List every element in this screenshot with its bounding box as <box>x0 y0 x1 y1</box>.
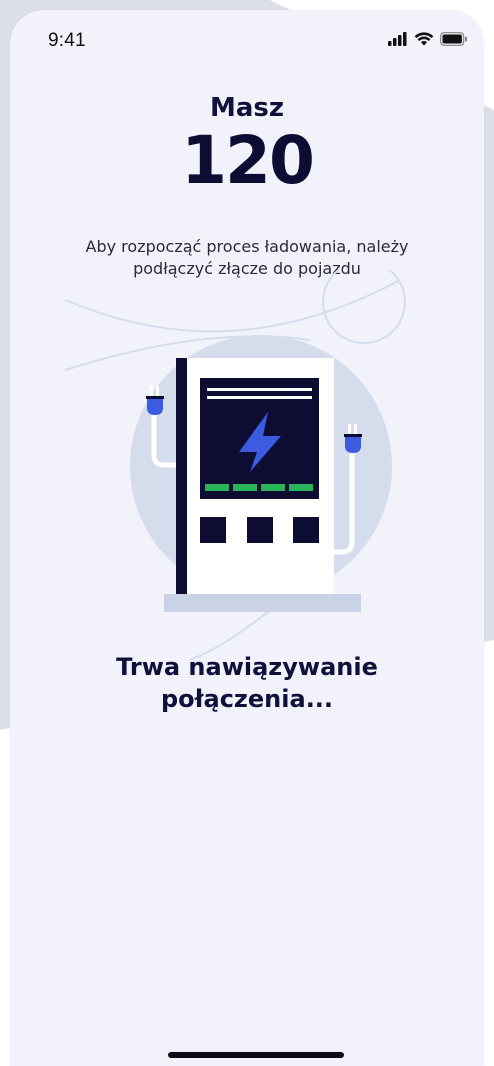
status-icons <box>388 32 468 46</box>
status-time: 9:41 <box>48 30 86 51</box>
connecting-status: Trwa nawiązywanie połączenia... <box>116 653 378 713</box>
battery-icon <box>440 32 467 46</box>
charger-illustration <box>64 270 406 661</box>
status-bar: 9:41 <box>10 10 484 74</box>
wifi-icon <box>414 32 434 46</box>
phone-screen: 9:41 Masz 120 Aby rozpocząć proces ładow… <box>10 10 484 1066</box>
signal-icon <box>388 32 407 46</box>
points-label: Masz <box>209 93 285 123</box>
points-value: 120 <box>181 122 315 199</box>
home-indicator[interactable] <box>168 1052 344 1058</box>
